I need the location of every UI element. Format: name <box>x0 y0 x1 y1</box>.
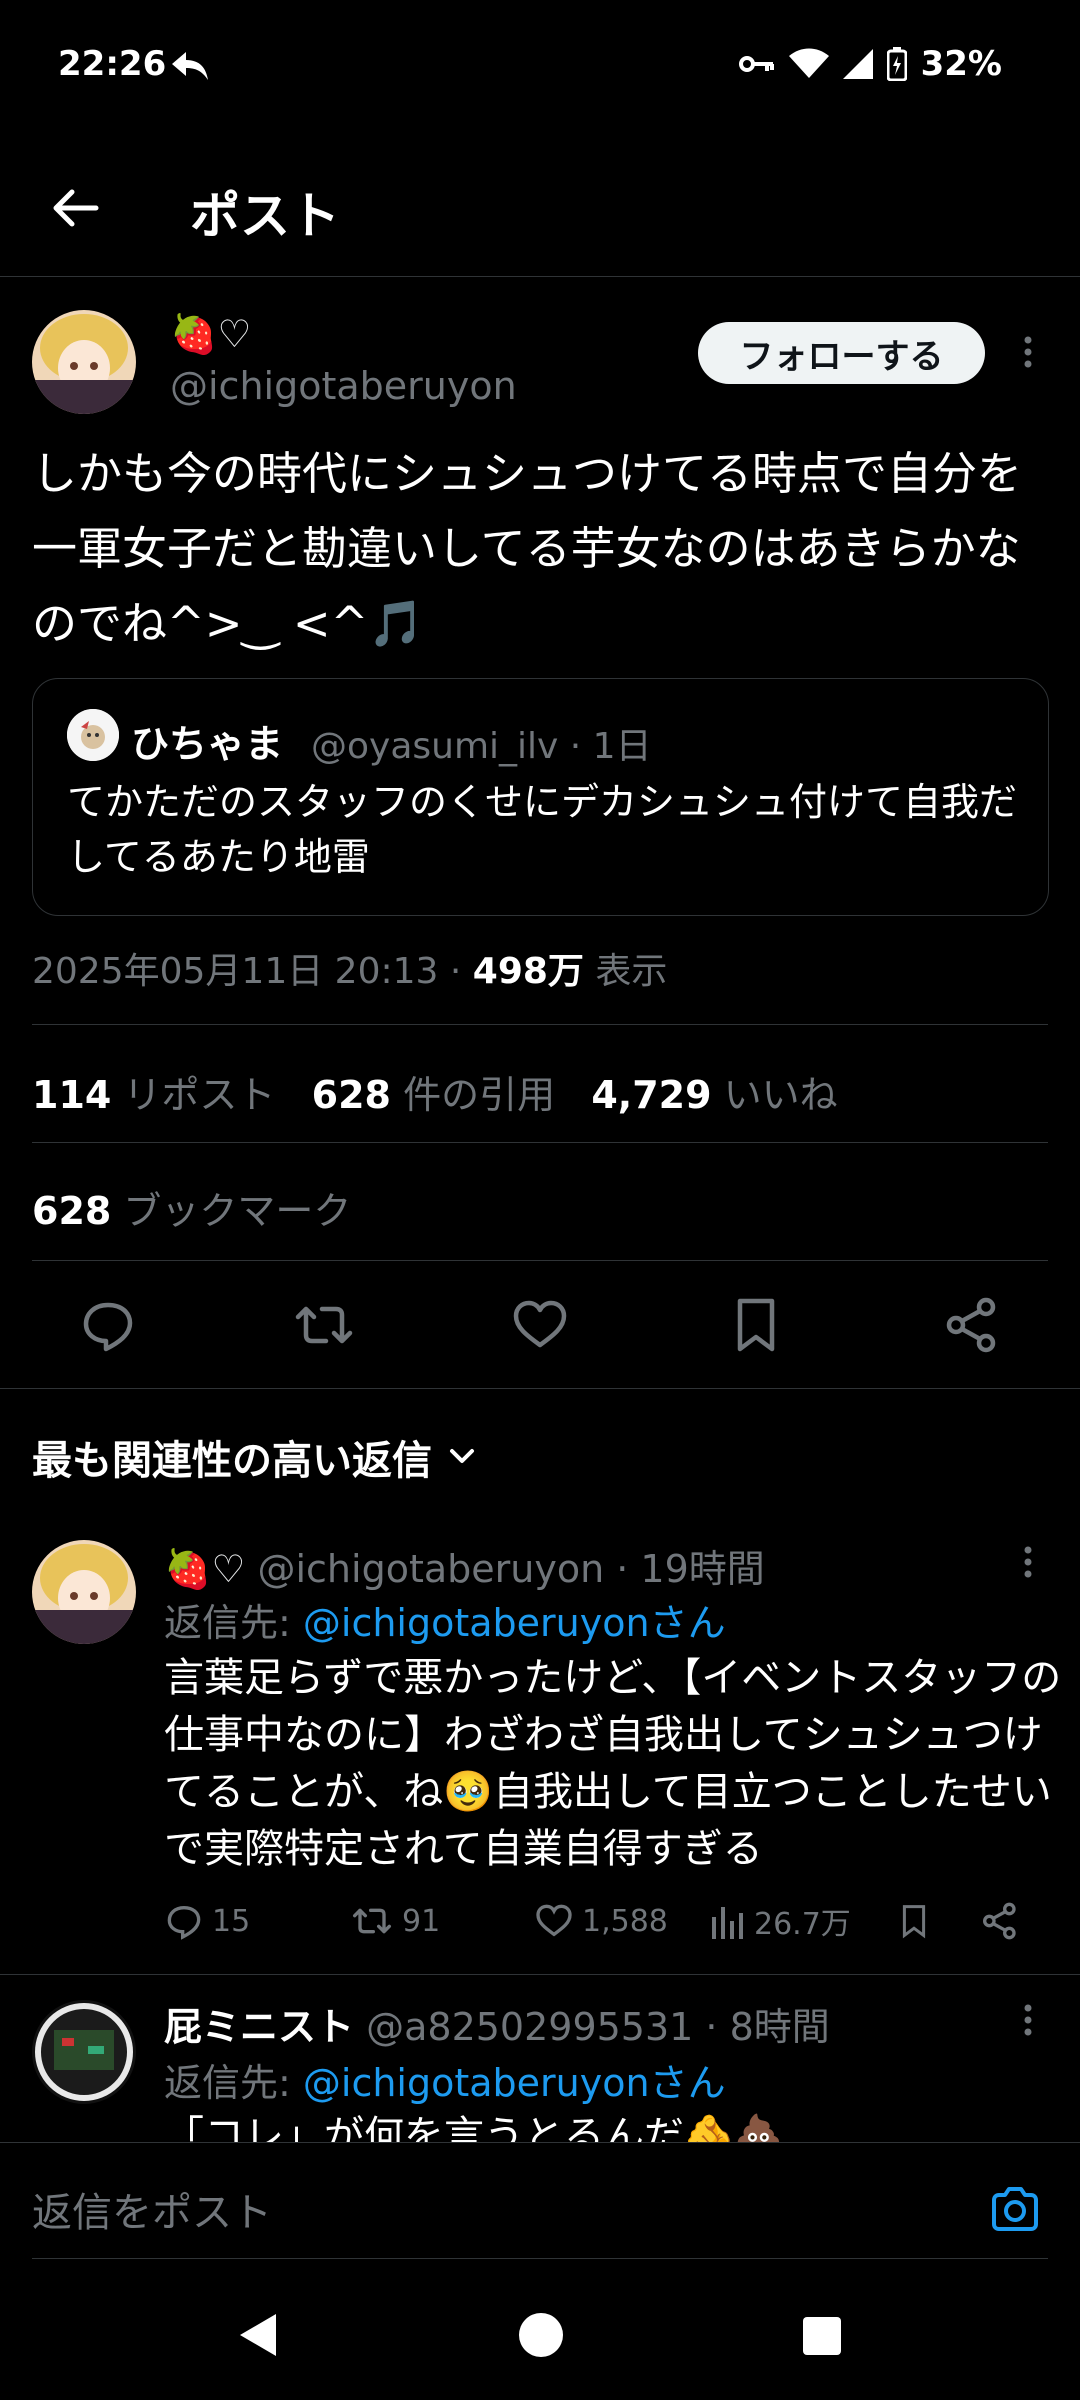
replies-sort-dropdown[interactable]: 最も関連性の高い返信 <box>32 1428 476 1486</box>
reply-icon <box>167 1905 201 1940</box>
reply-icon[interactable] <box>78 1295 138 1355</box>
author-avatar[interactable] <box>32 310 136 414</box>
back-arrow-status-icon <box>170 50 210 82</box>
more-options-icon[interactable] <box>1008 2000 1048 2040</box>
reply-to: 返信先: @ichigotaberuyonさん <box>164 2061 726 2105</box>
reply-meta: @a82502995531 · 8時間 <box>366 2005 830 2049</box>
quoted-post[interactable]: ひちゃま @oyasumi_ilv · 1日 てかただのスタッフのくせにデカシュ… <box>32 678 1049 916</box>
signal-icon <box>842 49 873 79</box>
nav-back-icon[interactable] <box>236 2312 280 2358</box>
nav-home-icon[interactable] <box>518 2312 564 2358</box>
post-date: 2025年05月11日 20:13 · <box>32 951 473 992</box>
quote-meta: @oyasumi_ilv · 1日 <box>311 726 652 767</box>
author-name[interactable]: 🍓♡ <box>170 312 251 357</box>
key-icon <box>738 54 775 74</box>
follow-button[interactable]: フォローする <box>698 322 985 384</box>
likes-stat[interactable]: 4,729 いいね <box>591 1073 837 1117</box>
reply-header: 🍓♡ @ichigotaberuyon · 19時間 <box>164 1538 765 1593</box>
share-icon[interactable] <box>942 1295 1002 1355</box>
bookmarks-stat[interactable]: 628 ブックマーク <box>32 1180 351 1235</box>
reply-author-name[interactable]: 🍓♡ <box>164 1547 245 1591</box>
more-options-icon[interactable] <box>1008 1542 1048 1582</box>
battery-icon <box>886 47 907 81</box>
reposts-stat[interactable]: 114 リポスト <box>32 1073 275 1117</box>
more-options-icon[interactable] <box>1008 332 1048 372</box>
reply-avatar[interactable] <box>32 2000 136 2104</box>
chevron-down-icon <box>448 1447 476 1467</box>
camera-icon[interactable] <box>990 2184 1040 2234</box>
reply-text: 言葉足らずで悪かったけど、【イベントスタッフの仕事中なのに】わざわざ自我出してシ… <box>164 1655 1062 1872</box>
quotes-stat[interactable]: 628 件の引用 <box>312 1073 555 1117</box>
repost-icon <box>353 1908 391 1934</box>
reply-action-reply[interactable]: 15 <box>164 1895 250 1947</box>
divider <box>0 1974 1080 1975</box>
nav-recents-icon[interactable] <box>802 2316 842 2356</box>
reply-to: 返信先: @ichigotaberuyonさん <box>164 1601 726 1645</box>
engagement-stats: 114 リポスト 628 件の引用 4,729 いいね <box>32 1064 838 1119</box>
replies-sort-label: 最も関連性の高い返信 <box>32 1438 432 1484</box>
reply-header: 屁ミニスト @a82502995531 · 8時間 <box>164 1996 830 2051</box>
header-divider <box>0 276 1080 277</box>
bookmark-icon[interactable] <box>726 1295 786 1355</box>
page-title: ポスト <box>190 187 340 245</box>
back-button[interactable] <box>48 180 104 236</box>
status-indicators: 32% <box>738 44 1002 84</box>
post-timestamp: 2025年05月11日 20:13 · 498万 表示 <box>32 942 667 994</box>
arrow-left-icon <box>53 189 99 227</box>
reply-meta: @ichigotaberuyon · 19時間 <box>257 1547 765 1591</box>
wifi-icon <box>788 48 829 80</box>
post-views: 498万 <box>472 951 584 992</box>
like-icon[interactable] <box>510 1295 570 1355</box>
reply-to-link[interactable]: @ichigotaberuyonさん <box>303 1601 726 1645</box>
divider <box>32 1024 1048 1025</box>
quote-avatar <box>67 709 119 761</box>
reply-author-name[interactable]: 屁ミニスト <box>164 2005 354 2049</box>
reply-action-bookmark[interactable] <box>896 1895 932 1947</box>
like-icon <box>536 1904 572 1937</box>
reply-action-views[interactable]: 26.7万 <box>710 1895 851 1947</box>
battery-percent: 32% <box>920 44 1002 84</box>
post-views-label: 表示 <box>583 951 668 992</box>
reply-action-repost[interactable]: 91 <box>350 1895 440 1947</box>
reply-avatar[interactable] <box>32 1540 136 1644</box>
quote-author-name: ひちゃま <box>131 722 284 766</box>
author-handle[interactable]: @ichigotaberuyon <box>170 364 517 408</box>
divider <box>32 1142 1048 1143</box>
divider <box>0 1388 1080 1389</box>
status-time: 22:26 <box>58 44 167 84</box>
divider <box>32 2258 1048 2259</box>
bookmark-icon <box>902 1905 926 1939</box>
reply-action-like[interactable]: 1,588 <box>534 1895 668 1947</box>
views-icon <box>712 1907 743 1939</box>
divider <box>32 1260 1048 1261</box>
quote-text: てかただのスタッフのくせにデカシュシュ付けて自我だしてるあたり地雷 <box>67 780 1018 879</box>
post-text: しかも今の時代にシュシュつけてる時点で自分を一軍女子だと勘違いしてる芋女なのはあ… <box>32 447 1023 650</box>
share-icon <box>983 1902 1016 1940</box>
reply-to-link[interactable]: @ichigotaberuyonさん <box>303 2061 726 2105</box>
repost-icon[interactable] <box>294 1295 354 1355</box>
reply-input[interactable]: 返信をポスト <box>32 2180 272 2238</box>
reply-action-share[interactable] <box>980 1895 1020 1947</box>
divider <box>0 2142 1080 2143</box>
